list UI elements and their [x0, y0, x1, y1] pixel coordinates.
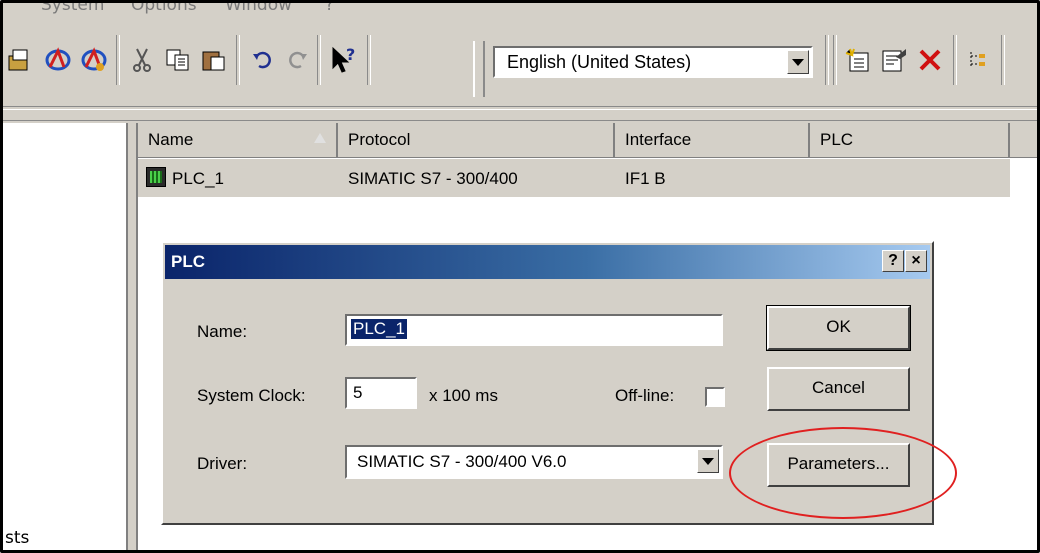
toolbar-separator — [953, 35, 957, 85]
divider — [3, 106, 1037, 110]
dialog-titlebar[interactable]: PLC ? × — [165, 245, 930, 279]
driver-label: Driver: — [197, 454, 248, 473]
toolbar: ? English (United States) — [3, 23, 1037, 101]
column-header-name[interactable]: Name — [138, 123, 338, 157]
plc-dialog: PLC ? × Name: PLC_1 System Clock: 5 x 10… — [161, 241, 934, 525]
tree-icon[interactable] — [965, 45, 995, 75]
menu-bar: System Options Window ? — [3, 3, 1037, 23]
help-cursor-icon[interactable]: ? — [329, 45, 359, 75]
system-clock-field[interactable]: 5 — [345, 377, 417, 409]
svg-text:?: ? — [346, 46, 355, 64]
driver-select[interactable]: SIMATIC S7 - 300/400 V6.0 — [345, 445, 723, 479]
cancel-button[interactable]: Cancel — [767, 367, 910, 411]
menu-options[interactable]: Options — [131, 3, 197, 15]
name-value: PLC_1 — [351, 319, 407, 339]
left-pane[interactable]: sts — [3, 123, 128, 550]
redo-icon[interactable] — [281, 45, 311, 75]
toolbar-separator — [833, 35, 837, 85]
system-clock-label: System Clock: — [197, 386, 306, 405]
toolbar-grip[interactable] — [473, 41, 485, 97]
network-connect-icon[interactable] — [79, 45, 109, 75]
language-value: English (United States) — [507, 52, 692, 72]
toolbar-separator — [1001, 35, 1005, 85]
plc-icon — [146, 167, 166, 187]
offline-label: Off-line: — [615, 386, 675, 405]
chevron-down-icon[interactable] — [697, 449, 719, 473]
column-header-label: Protocol — [348, 130, 411, 149]
menu-help[interactable]: ? — [325, 3, 334, 15]
row-protocol: SIMATIC S7 - 300/400 — [348, 169, 518, 188]
application-window: System Options Window ? ? English (Unite… — [0, 0, 1040, 553]
properties-icon[interactable] — [879, 45, 909, 75]
column-header-interface[interactable]: Interface — [615, 123, 810, 157]
name-field[interactable]: PLC_1 — [345, 314, 723, 346]
column-header-protocol[interactable]: Protocol — [338, 123, 615, 157]
language-dropdown[interactable]: English (United States) — [493, 46, 813, 78]
splitter[interactable] — [128, 123, 136, 550]
parameters-button[interactable]: Parameters... — [767, 443, 910, 487]
dialog-title: PLC — [171, 252, 205, 271]
table-row[interactable]: PLC_1 SIMATIC S7 - 300/400 IF1 B — [138, 159, 1010, 197]
driver-value: SIMATIC S7 - 300/400 V6.0 — [357, 452, 567, 471]
toolbar-separator — [367, 35, 371, 85]
row-interface: IF1 B — [625, 169, 666, 188]
row-name: PLC_1 — [172, 169, 224, 188]
name-label: Name: — [197, 322, 248, 341]
system-clock-unit: x 100 ms — [429, 386, 498, 405]
toolbar-separator — [116, 35, 120, 85]
list-header: Name Protocol Interface PLC — [138, 123, 1037, 158]
help-button[interactable]: ? — [882, 250, 904, 272]
new-icon[interactable] — [843, 45, 873, 75]
column-header-plc[interactable]: PLC — [810, 123, 1010, 157]
column-header-label: PLC — [820, 130, 854, 149]
cut-icon[interactable] — [127, 45, 157, 75]
close-button[interactable]: × — [905, 250, 927, 272]
toolbar-separator — [825, 35, 829, 85]
menu-window[interactable]: Window — [225, 3, 292, 15]
column-header-label: Name — [148, 130, 194, 149]
sort-ascending-icon — [314, 133, 326, 143]
ok-button[interactable]: OK — [766, 305, 911, 351]
system-clock-value: 5 — [353, 383, 363, 402]
offline-checkbox[interactable] — [705, 387, 725, 407]
undo-icon[interactable] — [249, 45, 279, 75]
chevron-down-icon[interactable] — [787, 50, 809, 74]
open-icon[interactable] — [5, 45, 35, 75]
menu-system[interactable]: System — [41, 3, 104, 15]
copy-icon[interactable] — [163, 45, 193, 75]
toolbar-separator — [236, 35, 240, 85]
toolbar-separator — [317, 35, 321, 85]
paste-icon[interactable] — [199, 45, 229, 75]
column-header-label: Interface — [625, 130, 692, 149]
network-icon[interactable] — [43, 45, 73, 75]
delete-icon[interactable] — [915, 45, 945, 75]
left-pane-item[interactable]: sts — [5, 528, 29, 548]
